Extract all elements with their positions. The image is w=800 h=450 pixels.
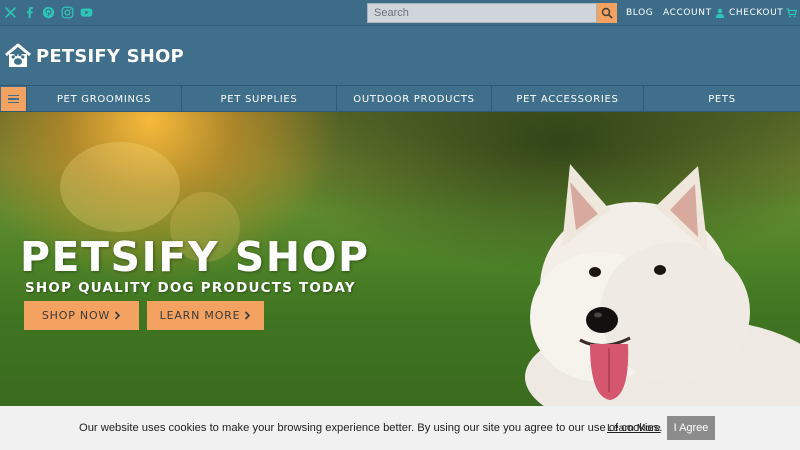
account-link[interactable]: ACCOUNT xyxy=(663,0,725,25)
menu-icon xyxy=(8,94,19,97)
agree-button[interactable]: I Agree xyxy=(667,416,715,440)
learn-more-link[interactable]: Learn More xyxy=(607,422,661,434)
hero-title: PETSIFY SHOP xyxy=(20,233,370,281)
learn-more-button[interactable]: LEARN MORE xyxy=(147,301,264,330)
nav-item-pet-supplies[interactable]: PET SUPPLIES xyxy=(181,86,336,112)
shop-now-button[interactable]: SHOP NOW xyxy=(24,301,139,330)
checkout-link-label: CHECKOUT xyxy=(729,7,784,18)
blog-link-label: BLOG xyxy=(626,7,654,18)
site-logo[interactable]: PETSIFY SHOP xyxy=(4,43,184,69)
learn-more-label: LEARN MORE xyxy=(159,309,241,322)
hero-subtitle: SHOP QUALITY DOG PRODUCTS TODAY xyxy=(25,280,356,296)
account-link-label: ACCOUNT xyxy=(663,7,712,18)
chevron-right-icon xyxy=(245,311,251,320)
checkout-link[interactable]: CHECKOUT xyxy=(729,0,798,25)
logo-text: PETSIFY SHOP xyxy=(36,45,184,67)
nav-item-pet-accessories[interactable]: PET ACCESSORIES xyxy=(491,86,643,112)
youtube-icon[interactable] xyxy=(80,4,93,20)
main-nav: PET GROOMINGS PET SUPPLIES OUTDOOR PRODU… xyxy=(0,86,800,112)
hamburger-menu-button[interactable] xyxy=(1,87,26,111)
shop-now-label: SHOP NOW xyxy=(41,309,111,322)
chevron-right-icon xyxy=(115,311,121,320)
cookie-message: Our website uses cookies to make your br… xyxy=(79,422,663,434)
paw-house-icon xyxy=(5,43,31,67)
nav-item-pet-groomings[interactable]: PET GROOMINGS xyxy=(26,86,181,112)
x-icon[interactable] xyxy=(4,4,17,20)
search-button[interactable] xyxy=(597,3,617,23)
pinterest-icon[interactable] xyxy=(42,4,55,20)
cookie-banner: Our website uses cookies to make your br… xyxy=(0,406,800,450)
nav-item-pets[interactable]: PETS xyxy=(643,86,800,112)
westie-dog-image xyxy=(525,164,800,406)
hero-banner: PETSIFY SHOP SHOP QUALITY DOG PRODUCTS T… xyxy=(0,112,800,406)
nav-item-outdoor-products[interactable]: OUTDOOR PRODUCTS xyxy=(336,86,491,112)
social-links xyxy=(4,4,93,20)
blog-link[interactable]: BLOG xyxy=(626,0,653,25)
top-bar: BLOG ACCOUNT CHECKOUT xyxy=(0,0,800,25)
search-icon xyxy=(601,7,613,19)
site-header: PETSIFY SHOP xyxy=(0,25,800,86)
instagram-icon[interactable] xyxy=(61,4,74,20)
cart-icon xyxy=(786,7,798,17)
user-icon xyxy=(715,8,724,18)
search-input[interactable] xyxy=(367,3,597,23)
facebook-icon[interactable] xyxy=(23,4,36,20)
